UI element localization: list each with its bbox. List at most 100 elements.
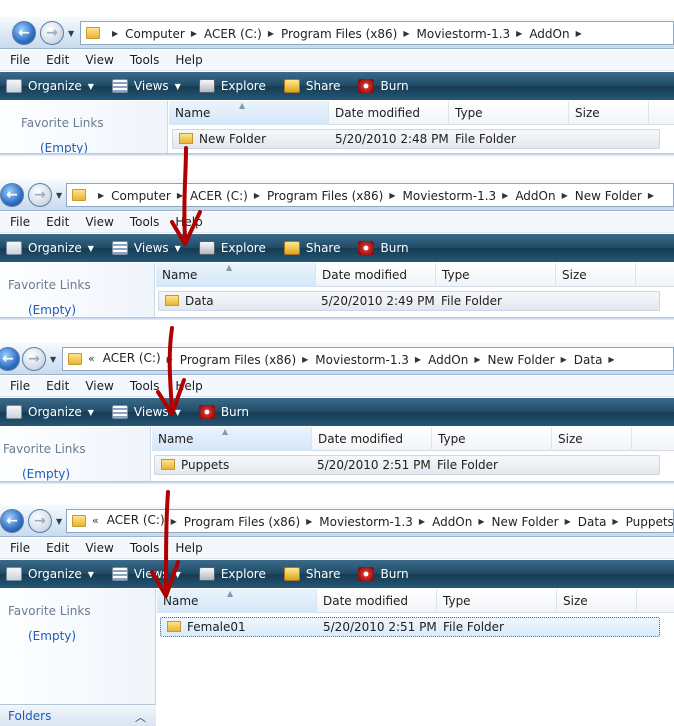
- column-header-name[interactable]: Name ▲: [152, 427, 312, 451]
- chevron-right-icon[interactable]: ▶: [562, 191, 568, 200]
- menu-edit[interactable]: Edit: [46, 379, 75, 393]
- column-header-type[interactable]: Type: [436, 263, 556, 287]
- column-header-name[interactable]: Name ▲: [169, 101, 329, 125]
- views-button[interactable]: Views ▼: [111, 567, 193, 581]
- menu-view[interactable]: View: [85, 541, 119, 555]
- chevron-right-icon[interactable]: ▶: [474, 355, 480, 364]
- chevron-right-icon[interactable]: ▶: [403, 29, 409, 38]
- breadcrumb-item[interactable]: ▶ AddOn: [413, 515, 472, 529]
- column-header-type[interactable]: Type: [432, 427, 552, 451]
- chevron-right-icon[interactable]: ▶: [177, 191, 183, 200]
- address-bar[interactable]: ▶ Computer ▶ ACER (C:) ▶ Program Files (x86) ▶…: [66, 183, 674, 207]
- recent-pages-dropdown[interactable]: ▼: [50, 355, 56, 364]
- breadcrumb-item[interactable]: ▶ Moviestorm-1.3: [300, 515, 413, 529]
- file-row[interactable]: Data 5/20/2010 2:49 PM File Folder: [158, 291, 660, 311]
- explore-button[interactable]: Explore: [198, 241, 278, 255]
- menu-file[interactable]: File: [10, 215, 36, 229]
- breadcrumb-item[interactable]: ▶ ACER (C:): [171, 189, 248, 203]
- breadcrumb-item[interactable]: ▶ AddOn: [496, 189, 555, 203]
- recent-pages-dropdown[interactable]: ▼: [56, 191, 62, 200]
- breadcrumb-dropdown[interactable]: ▶: [602, 355, 621, 364]
- burn-button[interactable]: Burn: [198, 405, 261, 419]
- column-header-name[interactable]: Name ▲: [156, 263, 316, 287]
- chevron-right-icon[interactable]: ▶: [502, 191, 508, 200]
- breadcrumb-item[interactable]: ▶ Moviestorm-1.3: [397, 27, 510, 41]
- menu-view[interactable]: View: [85, 379, 119, 393]
- empty-link[interactable]: (Empty): [40, 141, 88, 153]
- menu-tools[interactable]: Tools: [130, 379, 166, 393]
- menu-edit[interactable]: Edit: [46, 53, 75, 67]
- column-header-name[interactable]: Name ▲: [157, 589, 317, 613]
- breadcrumb-overflow-icon[interactable]: «: [88, 352, 95, 365]
- breadcrumb-item[interactable]: ▶ Program Files (x86): [165, 515, 300, 529]
- chevron-right-icon[interactable]: ▶: [302, 355, 308, 364]
- address-bar[interactable]: « ACER (C:) ▶ Program Files (x86) ▶ Moviestor…: [66, 509, 674, 533]
- breadcrumb-item[interactable]: ▶ AddOn: [409, 353, 468, 367]
- organize-button[interactable]: Organize ▼: [6, 405, 106, 419]
- breadcrumb-item[interactable]: ▶ Program Files (x86): [262, 27, 397, 41]
- burn-button[interactable]: Burn: [358, 567, 420, 581]
- menu-help[interactable]: Help: [175, 53, 208, 67]
- breadcrumb-item[interactable]: ▶ ACER (C:): [185, 27, 262, 41]
- menu-file[interactable]: File: [10, 53, 36, 67]
- address-bar[interactable]: ▶ Computer ▶ ACER (C:) ▶ Program Files (x86) ▶…: [80, 21, 674, 45]
- breadcrumb-item[interactable]: ▶ Data: [559, 515, 607, 529]
- back-button[interactable]: ←: [0, 183, 24, 207]
- recent-pages-dropdown[interactable]: ▼: [56, 517, 62, 526]
- breadcrumb-item[interactable]: ▶ New Folder: [472, 515, 558, 529]
- breadcrumb-item[interactable]: ▶ Computer: [106, 27, 185, 41]
- breadcrumb-item[interactable]: ▶ Program Files (x86): [248, 189, 383, 203]
- chevron-right-icon[interactable]: ▶: [167, 355, 173, 364]
- breadcrumb-item[interactable]: ACER (C:): [103, 351, 161, 365]
- menu-view[interactable]: View: [85, 53, 119, 67]
- menu-help[interactable]: Help: [175, 215, 208, 229]
- column-header-size[interactable]: Size: [552, 427, 632, 451]
- menu-tools[interactable]: Tools: [130, 541, 166, 555]
- column-header-size[interactable]: Size: [556, 263, 636, 287]
- chevron-right-icon[interactable]: ▶: [306, 517, 312, 526]
- explore-button[interactable]: Explore: [198, 79, 278, 93]
- column-header-type[interactable]: Type: [437, 589, 557, 613]
- column-header-type[interactable]: Type: [449, 101, 569, 125]
- breadcrumb-dropdown[interactable]: ▶: [642, 191, 661, 200]
- column-header-date[interactable]: Date modified: [329, 101, 449, 125]
- chevron-right-icon[interactable]: ▶: [565, 517, 571, 526]
- menu-view[interactable]: View: [85, 215, 119, 229]
- menu-help[interactable]: Help: [175, 541, 208, 555]
- empty-link[interactable]: (Empty): [28, 303, 76, 317]
- organize-button[interactable]: Organize ▼: [6, 79, 106, 93]
- chevron-right-icon[interactable]: ▶: [112, 29, 118, 38]
- menu-file[interactable]: File: [10, 379, 36, 393]
- breadcrumb-item[interactable]: ▶ Puppets: [606, 515, 673, 529]
- chevron-right-icon[interactable]: ▶: [516, 29, 522, 38]
- views-button[interactable]: Views ▼: [111, 241, 193, 255]
- chevron-right-icon[interactable]: ▶: [254, 191, 260, 200]
- file-row[interactable]: Puppets 5/20/2010 2:51 PM File Folder: [154, 455, 660, 475]
- chevron-right-icon[interactable]: ▶: [171, 517, 177, 526]
- back-button[interactable]: ←: [12, 21, 36, 45]
- breadcrumb-item[interactable]: ▶ Data: [555, 353, 603, 367]
- breadcrumb-item[interactable]: ▶ Computer: [92, 189, 171, 203]
- forward-button[interactable]: →: [28, 509, 52, 533]
- menu-edit[interactable]: Edit: [46, 215, 75, 229]
- recent-pages-dropdown[interactable]: ▼: [68, 29, 74, 38]
- menu-edit[interactable]: Edit: [46, 541, 75, 555]
- chevron-right-icon[interactable]: ▶: [415, 355, 421, 364]
- back-button[interactable]: ←: [0, 347, 20, 371]
- empty-link[interactable]: (Empty): [28, 629, 76, 643]
- breadcrumb-dropdown[interactable]: ▶: [570, 29, 589, 38]
- chevron-right-icon[interactable]: ▶: [389, 191, 395, 200]
- breadcrumb-item[interactable]: ▶ Moviestorm-1.3: [383, 189, 496, 203]
- menu-help[interactable]: Help: [175, 379, 208, 393]
- chevron-right-icon[interactable]: ▶: [612, 517, 618, 526]
- burn-button[interactable]: Burn: [358, 241, 420, 255]
- chevron-right-icon[interactable]: ▶: [419, 517, 425, 526]
- chevron-right-icon[interactable]: ▶: [478, 517, 484, 526]
- explore-button[interactable]: Explore: [198, 567, 278, 581]
- file-row[interactable]: Female01 5/20/2010 2:51 PM File Folder: [160, 617, 660, 637]
- empty-link[interactable]: (Empty): [22, 467, 70, 481]
- breadcrumb-item[interactable]: ACER (C:): [107, 513, 165, 527]
- chevron-right-icon[interactable]: ▶: [98, 191, 104, 200]
- column-header-date[interactable]: Date modified: [312, 427, 432, 451]
- organize-button[interactable]: Organize ▼: [6, 567, 106, 581]
